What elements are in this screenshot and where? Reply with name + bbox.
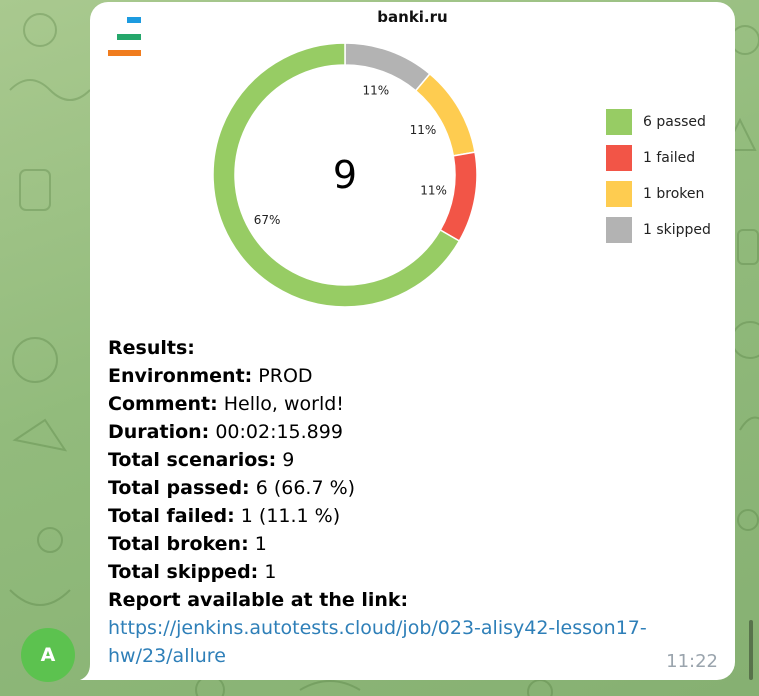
total-broken-row: Total broken: 1 — [108, 533, 267, 555]
sender-avatar[interactable]: A — [21, 628, 75, 682]
donut-percent-label-passed: 67% — [254, 213, 281, 227]
chart-title: banki.ru — [377, 8, 448, 26]
total-skipped-value: 1 — [264, 561, 277, 583]
total-broken-value: 1 — [254, 533, 267, 555]
legend-label: 1 broken — [643, 186, 705, 202]
total-failed-value: 1 (11.1 %) — [240, 505, 341, 527]
environment-value: PROD — [258, 365, 313, 387]
logo-bar-bottom — [108, 50, 141, 56]
comment-value: Hello, world! — [223, 393, 344, 415]
legend-swatch — [606, 181, 632, 207]
message-bubble[interactable]: banki.ru 11% 11% 11% 67% 9 6 passed 1 failed 1… — [90, 2, 735, 680]
donut-center-total: 9 — [333, 153, 357, 197]
legend-swatch — [606, 109, 632, 135]
avatar-letter: A — [40, 644, 56, 666]
donut-percent-label-skipped: 11% — [362, 83, 389, 97]
report-link[interactable]: https://jenkins.autotests.cloud/job/023-… — [108, 614, 688, 670]
total-passed-row: Total passed: 6 (66.7 %) — [108, 477, 356, 499]
report-link-line1: https://jenkins.autotests.cloud/job/023-… — [108, 617, 647, 639]
legend-item: 1 skipped — [606, 217, 736, 243]
donut-slice-broken — [414, 72, 476, 157]
report-link-line2: hw/23/allure — [108, 645, 226, 667]
legend-item: 1 failed — [606, 145, 736, 171]
duration-value: 00:02:15.899 — [215, 421, 343, 443]
results-text: Results: Environment: PROD Comment: Hell… — [108, 334, 728, 670]
logo-bar-middle — [117, 34, 141, 40]
legend-label: 1 skipped — [643, 222, 711, 238]
duration-row: Duration: 00:02:15.899 — [108, 421, 343, 443]
message-timestamp: 11:22 — [666, 651, 718, 672]
total-skipped-row: Total skipped: 1 — [108, 561, 277, 583]
legend-label: 1 failed — [643, 150, 696, 166]
report-label-row: Report available at the link: — [108, 589, 409, 611]
comment-row: Comment: Hello, world! — [108, 393, 344, 415]
report-chart-image[interactable]: banki.ru 11% 11% 11% 67% 9 6 passed 1 failed 1… — [90, 2, 735, 324]
total-scenarios-row: Total scenarios: 9 — [108, 449, 295, 471]
results-heading: Results: — [108, 337, 195, 359]
environment-row: Environment: PROD — [108, 365, 313, 387]
total-passed-value: 6 (66.7 %) — [255, 477, 356, 499]
legend-label: 6 passed — [643, 114, 706, 130]
legend-item: 6 passed — [606, 109, 736, 135]
chat-scrollbar[interactable] — [749, 620, 753, 680]
donut-percent-label-broken: 11% — [410, 123, 437, 137]
total-failed-row: Total failed: 1 (11.1 %) — [108, 505, 341, 527]
legend-swatch — [606, 217, 632, 243]
donut-percent-label-failed: 11% — [420, 184, 447, 198]
legend-item: 1 broken — [606, 181, 736, 207]
legend-swatch — [606, 145, 632, 171]
total-scenarios-value: 9 — [282, 449, 295, 471]
donut-chart: 11% 11% 11% 67% 9 — [212, 42, 478, 308]
